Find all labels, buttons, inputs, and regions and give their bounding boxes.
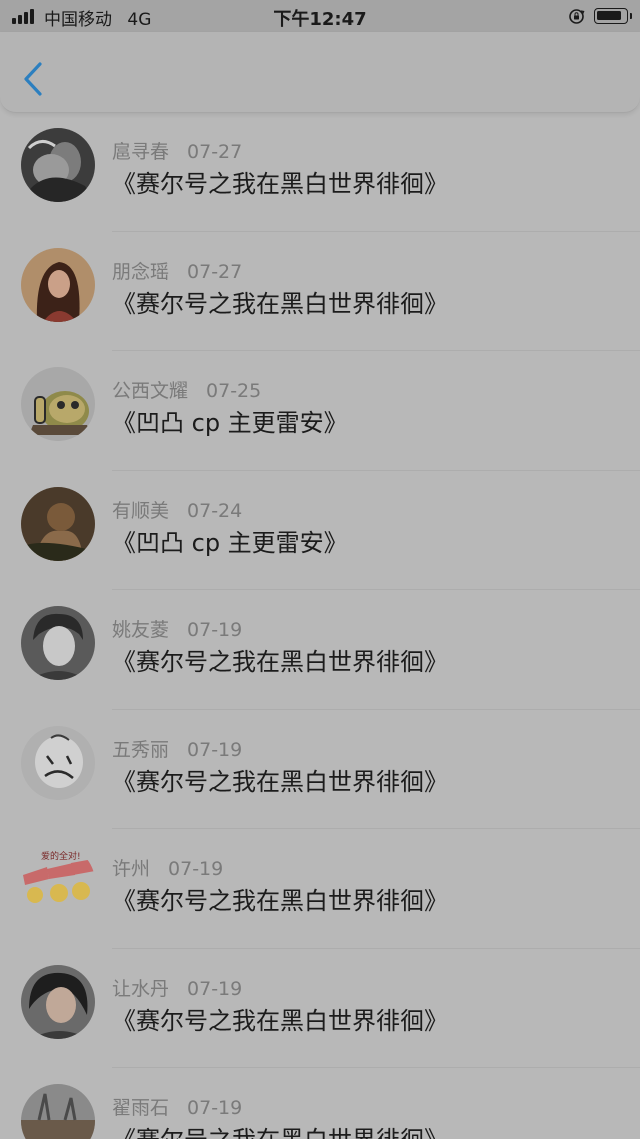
user-name: 让水丹 [112, 977, 170, 1000]
item-date: 07-25 [206, 380, 262, 402]
user-name: 朋念瑶 [112, 260, 170, 283]
story-title[interactable]: 《赛尔号之我在黑白世界徘徊》 [112, 284, 448, 319]
story-title[interactable]: 《赛尔号之我在黑白世界徘徊》 [112, 642, 448, 677]
item-date: 07-27 [187, 141, 243, 163]
list-item[interactable]: 爱的全对! 许州 07-19 《赛尔号之我在黑白世界徘徊》 [0, 829, 640, 949]
user-name: 姚友菱 [112, 619, 170, 641]
status-bar: 中国移动 4G 下午12:47 [0, 0, 640, 32]
battery-icon [594, 8, 628, 24]
item-date: 07-19 [187, 1097, 243, 1119]
avatar[interactable] [21, 606, 95, 680]
avatar[interactable] [21, 1084, 95, 1139]
item-meta: 扈寻春 07-27 [112, 137, 242, 164]
list-item[interactable]: 公西文耀 07-25 《凹凸 cp 主更雷安》 [0, 351, 640, 471]
user-name: 翟雨石 [112, 1097, 170, 1119]
item-date: 07-24 [187, 499, 243, 522]
item-meta: 许州 07-19 [112, 854, 223, 881]
svg-text:爱的全对!: 爱的全对! [41, 850, 81, 862]
list-item[interactable]: 让水丹 07-19 《赛尔号之我在黑白世界徘徊》 [0, 949, 640, 1068]
user-name: 公西文耀 [112, 380, 189, 402]
item-date: 07-19 [168, 858, 224, 880]
status-time: 下午12:47 [273, 9, 367, 30]
list-item[interactable]: 扈寻春 07-27 《赛尔号之我在黑白世界徘徊》 [0, 112, 640, 232]
user-name: 五秀丽 [112, 738, 170, 761]
item-meta: 五秀丽 07-19 [112, 735, 242, 762]
item-date: 07-19 [187, 977, 243, 1000]
item-date: 07-27 [187, 260, 243, 283]
item-meta: 公西文耀 07-25 [112, 376, 261, 403]
avatar[interactable]: 爱的全对! [21, 845, 95, 919]
reader-list: 扈寻春 07-27 《赛尔号之我在黑白世界徘徊》 朋念瑶 07-27 《赛尔号之我在黑白世… [0, 112, 640, 1139]
story-title[interactable]: 《赛尔号之我在黑白世界徘徊》 [112, 762, 448, 797]
story-title[interactable]: 《赛尔号之我在黑白世界徘徊》 [112, 881, 448, 916]
story-title[interactable]: 《赛尔号之我在黑白世界徘徊》 [112, 1001, 448, 1036]
item-meta: 翟雨石 07-19 [112, 1093, 242, 1120]
avatar[interactable] [21, 367, 95, 441]
item-meta: 姚友菱 07-19 [112, 615, 242, 642]
story-title[interactable]: 《赛尔号之我在黑白世界徘徊》 [112, 1120, 448, 1139]
avatar[interactable] [21, 128, 95, 202]
user-name: 扈寻春 [112, 141, 170, 163]
avatar[interactable] [21, 486, 95, 561]
nav-bar [0, 32, 640, 113]
story-title[interactable]: 《凹凸 cp 主更雷安》 [112, 403, 348, 438]
user-name: 许州 [112, 858, 151, 880]
chevron-left-icon[interactable] [18, 60, 48, 98]
story-title[interactable]: 《凹凸 cp 主更雷安》 [112, 523, 348, 558]
avatar[interactable] [21, 725, 95, 800]
avatar[interactable] [21, 247, 95, 322]
list-item[interactable]: 姚友菱 07-19 《赛尔号之我在黑白世界徘徊》 [0, 590, 640, 710]
item-date: 07-19 [187, 619, 243, 641]
avatar[interactable] [21, 964, 95, 1039]
screen: 中国移动 4G 下午12:47 扈寻春 07-27 《赛尔号之我在黑白世界徘徊》 朋念… [0, 0, 640, 1139]
story-title[interactable]: 《赛尔号之我在黑白世界徘徊》 [112, 164, 448, 199]
rotation-lock-icon [569, 9, 585, 24]
user-name: 有顺美 [112, 499, 170, 522]
item-date: 07-19 [187, 738, 243, 761]
item-meta: 朋念瑶 07-27 [112, 257, 242, 284]
item-meta: 让水丹 07-19 [112, 974, 242, 1001]
item-meta: 有顺美 07-24 [112, 496, 242, 523]
list-item[interactable]: 朋念瑶 07-27 《赛尔号之我在黑白世界徘徊》 [0, 232, 640, 351]
list-item[interactable]: 有顺美 07-24 《凹凸 cp 主更雷安》 [0, 471, 640, 590]
list-item[interactable]: 五秀丽 07-19 《赛尔号之我在黑白世界徘徊》 [0, 710, 640, 829]
list-item[interactable]: 翟雨石 07-19《赛尔号之我在黑白世界徘徊》 [0, 1068, 640, 1139]
